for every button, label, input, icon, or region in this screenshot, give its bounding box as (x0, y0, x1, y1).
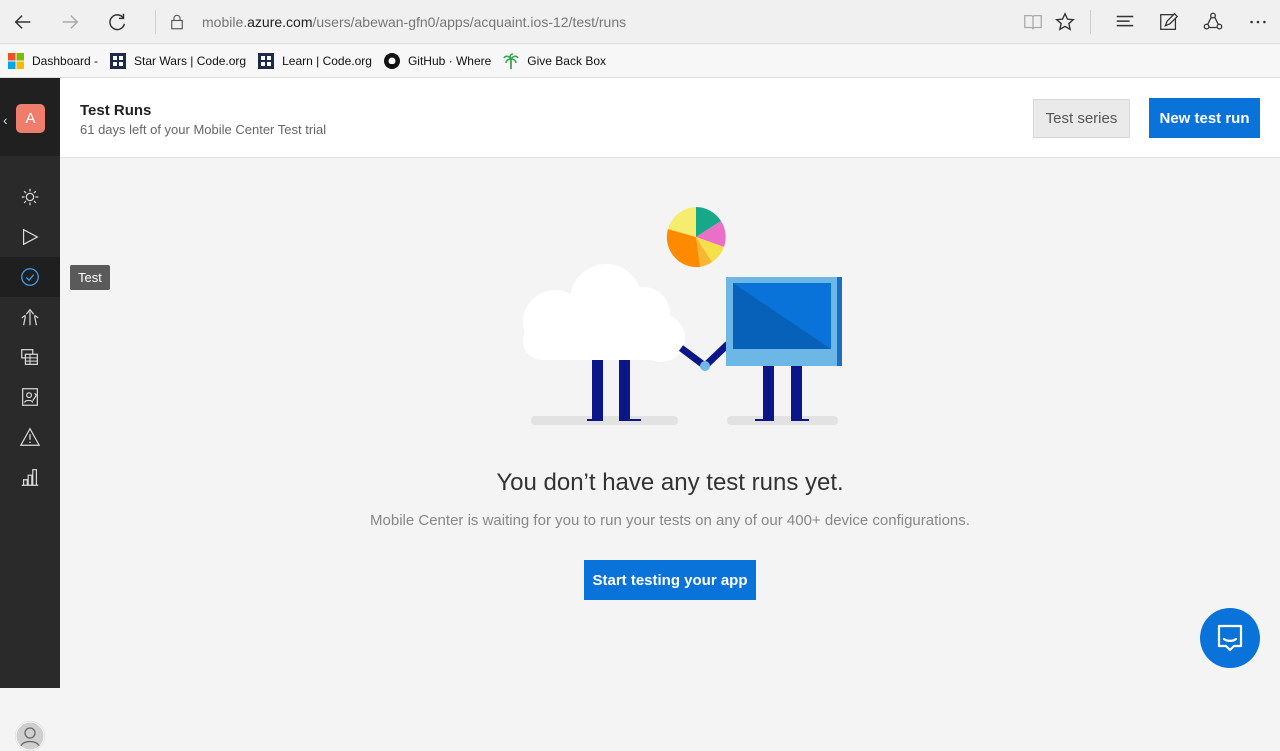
app-switcher[interactable]: ‹ A (0, 78, 60, 156)
bookmark-dashboard[interactable]: Dashboard - (8, 53, 98, 69)
stack-icon (21, 349, 38, 365)
bookmark-learn[interactable]: Learn | Code.org (258, 53, 372, 69)
sun-icon (21, 188, 39, 206)
ellipsis-icon (1250, 20, 1266, 24)
forward-button[interactable] (55, 7, 85, 37)
url-prefix: mobile. (202, 14, 248, 30)
share-button[interactable] (1198, 7, 1228, 37)
bookmark-give-back-box[interactable]: Give Back Box (503, 53, 606, 69)
page-header: Test Runs 61 days left of your Mobile Ce… (60, 78, 1280, 158)
arrow-right-icon (62, 15, 79, 29)
bookmark-star-wars[interactable]: Star Wars | Code.org (110, 53, 246, 69)
nav-tooltip: Test (70, 265, 110, 290)
browser-toolbar: mobile. azure.com/users/abewan-gfn0/apps/… (0, 0, 1280, 44)
codeorg-icon (110, 53, 127, 69)
start-testing-button[interactable]: Start testing your app (584, 560, 756, 600)
url-path: /users/abewan-gfn0/apps/acquaint.ios-12/… (312, 14, 627, 30)
bookmark-github[interactable]: GitHub · Where (383, 53, 492, 69)
person-icon (15, 721, 45, 751)
more-button[interactable] (1243, 7, 1273, 37)
book-icon (1024, 14, 1042, 30)
chat-icon (1217, 624, 1243, 652)
hub-button[interactable] (1110, 7, 1140, 37)
nav-distribute[interactable] (0, 297, 60, 337)
bookmark-label: Dashboard - (32, 54, 99, 68)
share-icon (1203, 12, 1223, 30)
empty-state-subtitle: Mobile Center is waiting for you to run … (370, 512, 970, 529)
monitor-icon (726, 277, 842, 421)
bookmark-label: GitHub · Where (407, 54, 492, 68)
favorites-bar: Dashboard - Star Wars | Code.org Learn |… (0, 45, 1280, 78)
chat-support-button[interactable] (1200, 608, 1260, 668)
nav-crashes[interactable] (0, 337, 60, 377)
nav-analytics[interactable] (0, 457, 60, 497)
new-test-run-button[interactable]: New test run (1149, 98, 1260, 138)
refresh-button[interactable] (103, 7, 133, 37)
trial-notice: 61 days left of your Mobile Center Test … (80, 122, 327, 137)
codeorg-icon (258, 53, 275, 69)
empty-state-title: You don’t have any test runs yet. (496, 469, 844, 496)
refresh-icon (109, 13, 126, 31)
user-avatar[interactable] (15, 721, 45, 751)
favorite-button[interactable] (1050, 7, 1080, 37)
windows-logo-icon (8, 53, 24, 69)
arrow-left-icon (14, 15, 31, 29)
empty-state-illustration (523, 207, 842, 425)
play-icon (22, 228, 39, 246)
chevron-left-icon: ‹ (3, 112, 8, 128)
github-icon (383, 53, 400, 69)
warning-icon (19, 427, 41, 446)
palm-tree-icon (503, 53, 519, 69)
address-bar[interactable]: mobile. azure.com/users/abewan-gfn0/apps/… (160, 7, 1010, 37)
url-host: azure.com (247, 14, 313, 30)
bookmark-label: Learn | Code.org (282, 54, 372, 68)
bookmark-label: Give Back Box (527, 54, 606, 68)
contact-card-icon (22, 388, 38, 406)
pen-icon (1160, 12, 1179, 30)
test-series-button[interactable]: Test series (1033, 99, 1130, 138)
check-circle-icon (21, 268, 39, 286)
web-note-button[interactable] (1154, 7, 1184, 37)
page-title: Test Runs (80, 102, 152, 119)
nav-getting-started[interactable] (0, 177, 60, 217)
cloud-icon (523, 264, 685, 421)
reading-view-button[interactable] (1018, 7, 1048, 37)
distribute-icon (21, 308, 39, 326)
star-icon (1055, 12, 1075, 31)
nav-analytics-users[interactable] (0, 377, 60, 417)
pie-chart-icon (666, 207, 726, 268)
hub-icon (1116, 15, 1134, 27)
nav-build[interactable] (0, 217, 60, 257)
app-avatar[interactable]: A (16, 104, 45, 133)
back-button[interactable] (8, 7, 38, 37)
nav-test[interactable] (0, 257, 60, 297)
lock-icon (171, 14, 183, 30)
bar-chart-icon (21, 469, 39, 486)
left-nav-rail: ‹ A (0, 78, 60, 751)
bookmark-label: Star Wars | Code.org (134, 54, 247, 68)
nav-warnings[interactable] (0, 417, 60, 457)
